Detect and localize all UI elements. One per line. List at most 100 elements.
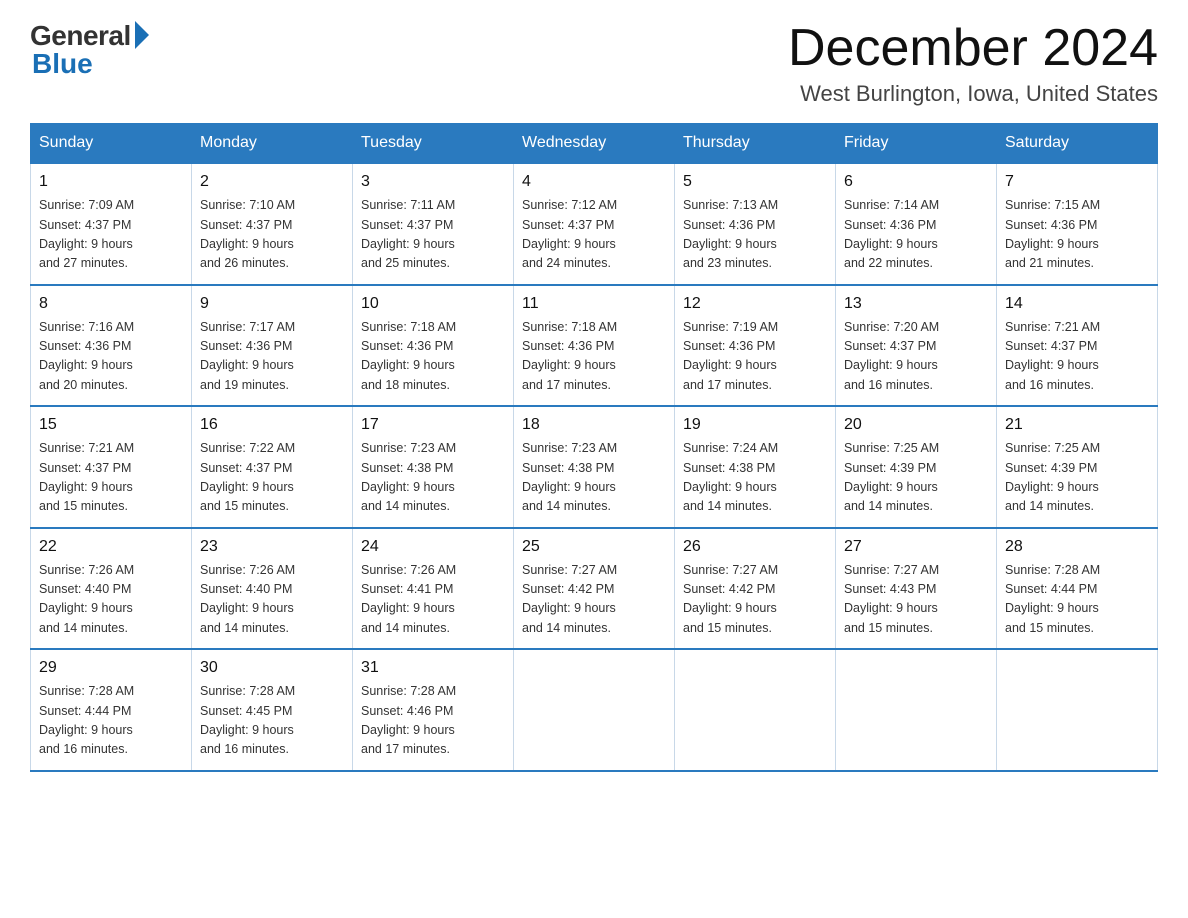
day-info: Sunrise: 7:26 AMSunset: 4:40 PMDaylight:… — [200, 561, 344, 639]
day-number: 23 — [200, 535, 344, 559]
calendar-cell: 9Sunrise: 7:17 AMSunset: 4:36 PMDaylight… — [192, 285, 353, 407]
week-row-4: 22Sunrise: 7:26 AMSunset: 4:40 PMDayligh… — [31, 528, 1158, 650]
day-number: 20 — [844, 413, 988, 437]
day-number: 2 — [200, 170, 344, 194]
day-number: 5 — [683, 170, 827, 194]
calendar-cell: 30Sunrise: 7:28 AMSunset: 4:45 PMDayligh… — [192, 649, 353, 771]
day-info: Sunrise: 7:27 AMSunset: 4:42 PMDaylight:… — [683, 561, 827, 639]
day-number: 31 — [361, 656, 505, 680]
calendar-cell: 17Sunrise: 7:23 AMSunset: 4:38 PMDayligh… — [353, 406, 514, 528]
calendar-cell: 21Sunrise: 7:25 AMSunset: 4:39 PMDayligh… — [997, 406, 1158, 528]
day-info: Sunrise: 7:18 AMSunset: 4:36 PMDaylight:… — [361, 318, 505, 396]
week-row-5: 29Sunrise: 7:28 AMSunset: 4:44 PMDayligh… — [31, 649, 1158, 771]
header-cell-wednesday: Wednesday — [514, 124, 675, 164]
logo-arrow-icon — [135, 21, 149, 49]
logo-blue-text: Blue — [32, 48, 93, 80]
day-number: 6 — [844, 170, 988, 194]
calendar-table: SundayMondayTuesdayWednesdayThursdayFrid… — [30, 123, 1158, 772]
calendar-cell: 14Sunrise: 7:21 AMSunset: 4:37 PMDayligh… — [997, 285, 1158, 407]
calendar-cell: 5Sunrise: 7:13 AMSunset: 4:36 PMDaylight… — [675, 163, 836, 285]
day-number: 17 — [361, 413, 505, 437]
calendar-cell: 16Sunrise: 7:22 AMSunset: 4:37 PMDayligh… — [192, 406, 353, 528]
day-number: 16 — [200, 413, 344, 437]
title-area: December 2024 West Burlington, Iowa, Uni… — [788, 20, 1158, 107]
calendar-cell: 18Sunrise: 7:23 AMSunset: 4:38 PMDayligh… — [514, 406, 675, 528]
day-number: 4 — [522, 170, 666, 194]
calendar-cell: 31Sunrise: 7:28 AMSunset: 4:46 PMDayligh… — [353, 649, 514, 771]
header-cell-friday: Friday — [836, 124, 997, 164]
day-info: Sunrise: 7:16 AMSunset: 4:36 PMDaylight:… — [39, 318, 183, 396]
day-number: 26 — [683, 535, 827, 559]
day-info: Sunrise: 7:28 AMSunset: 4:44 PMDaylight:… — [39, 682, 183, 760]
calendar-cell: 13Sunrise: 7:20 AMSunset: 4:37 PMDayligh… — [836, 285, 997, 407]
day-info: Sunrise: 7:26 AMSunset: 4:41 PMDaylight:… — [361, 561, 505, 639]
day-info: Sunrise: 7:21 AMSunset: 4:37 PMDaylight:… — [1005, 318, 1149, 396]
calendar-cell: 15Sunrise: 7:21 AMSunset: 4:37 PMDayligh… — [31, 406, 192, 528]
day-info: Sunrise: 7:27 AMSunset: 4:43 PMDaylight:… — [844, 561, 988, 639]
day-info: Sunrise: 7:15 AMSunset: 4:36 PMDaylight:… — [1005, 196, 1149, 274]
day-number: 8 — [39, 292, 183, 316]
header-cell-tuesday: Tuesday — [353, 124, 514, 164]
calendar-cell: 3Sunrise: 7:11 AMSunset: 4:37 PMDaylight… — [353, 163, 514, 285]
calendar-cell — [675, 649, 836, 771]
day-number: 21 — [1005, 413, 1149, 437]
header-cell-saturday: Saturday — [997, 124, 1158, 164]
calendar-cell: 11Sunrise: 7:18 AMSunset: 4:36 PMDayligh… — [514, 285, 675, 407]
calendar-cell — [836, 649, 997, 771]
header-cell-sunday: Sunday — [31, 124, 192, 164]
logo: General Blue — [30, 20, 149, 80]
calendar-cell: 26Sunrise: 7:27 AMSunset: 4:42 PMDayligh… — [675, 528, 836, 650]
day-number: 7 — [1005, 170, 1149, 194]
day-info: Sunrise: 7:28 AMSunset: 4:45 PMDaylight:… — [200, 682, 344, 760]
day-info: Sunrise: 7:26 AMSunset: 4:40 PMDaylight:… — [39, 561, 183, 639]
day-info: Sunrise: 7:18 AMSunset: 4:36 PMDaylight:… — [522, 318, 666, 396]
day-number: 3 — [361, 170, 505, 194]
day-info: Sunrise: 7:14 AMSunset: 4:36 PMDaylight:… — [844, 196, 988, 274]
calendar-cell: 22Sunrise: 7:26 AMSunset: 4:40 PMDayligh… — [31, 528, 192, 650]
day-number: 24 — [361, 535, 505, 559]
week-row-1: 1Sunrise: 7:09 AMSunset: 4:37 PMDaylight… — [31, 163, 1158, 285]
day-number: 25 — [522, 535, 666, 559]
day-info: Sunrise: 7:23 AMSunset: 4:38 PMDaylight:… — [361, 439, 505, 517]
day-number: 28 — [1005, 535, 1149, 559]
day-info: Sunrise: 7:21 AMSunset: 4:37 PMDaylight:… — [39, 439, 183, 517]
day-number: 1 — [39, 170, 183, 194]
day-info: Sunrise: 7:28 AMSunset: 4:44 PMDaylight:… — [1005, 561, 1149, 639]
day-info: Sunrise: 7:12 AMSunset: 4:37 PMDaylight:… — [522, 196, 666, 274]
calendar-cell: 23Sunrise: 7:26 AMSunset: 4:40 PMDayligh… — [192, 528, 353, 650]
calendar-cell: 24Sunrise: 7:26 AMSunset: 4:41 PMDayligh… — [353, 528, 514, 650]
day-info: Sunrise: 7:20 AMSunset: 4:37 PMDaylight:… — [844, 318, 988, 396]
day-number: 15 — [39, 413, 183, 437]
calendar-cell — [514, 649, 675, 771]
day-info: Sunrise: 7:23 AMSunset: 4:38 PMDaylight:… — [522, 439, 666, 517]
calendar-cell: 4Sunrise: 7:12 AMSunset: 4:37 PMDaylight… — [514, 163, 675, 285]
calendar-cell: 28Sunrise: 7:28 AMSunset: 4:44 PMDayligh… — [997, 528, 1158, 650]
day-info: Sunrise: 7:27 AMSunset: 4:42 PMDaylight:… — [522, 561, 666, 639]
day-info: Sunrise: 7:25 AMSunset: 4:39 PMDaylight:… — [1005, 439, 1149, 517]
day-number: 29 — [39, 656, 183, 680]
day-number: 22 — [39, 535, 183, 559]
header-cell-monday: Monday — [192, 124, 353, 164]
day-info: Sunrise: 7:09 AMSunset: 4:37 PMDaylight:… — [39, 196, 183, 274]
day-number: 10 — [361, 292, 505, 316]
calendar-cell: 25Sunrise: 7:27 AMSunset: 4:42 PMDayligh… — [514, 528, 675, 650]
day-number: 9 — [200, 292, 344, 316]
day-number: 14 — [1005, 292, 1149, 316]
day-number: 27 — [844, 535, 988, 559]
day-number: 12 — [683, 292, 827, 316]
header: General Blue December 2024 West Burlingt… — [30, 20, 1158, 107]
week-row-3: 15Sunrise: 7:21 AMSunset: 4:37 PMDayligh… — [31, 406, 1158, 528]
day-number: 18 — [522, 413, 666, 437]
day-info: Sunrise: 7:17 AMSunset: 4:36 PMDaylight:… — [200, 318, 344, 396]
week-row-2: 8Sunrise: 7:16 AMSunset: 4:36 PMDaylight… — [31, 285, 1158, 407]
calendar-cell: 7Sunrise: 7:15 AMSunset: 4:36 PMDaylight… — [997, 163, 1158, 285]
day-number: 30 — [200, 656, 344, 680]
day-info: Sunrise: 7:22 AMSunset: 4:37 PMDaylight:… — [200, 439, 344, 517]
calendar-cell: 29Sunrise: 7:28 AMSunset: 4:44 PMDayligh… — [31, 649, 192, 771]
day-info: Sunrise: 7:10 AMSunset: 4:37 PMDaylight:… — [200, 196, 344, 274]
day-info: Sunrise: 7:25 AMSunset: 4:39 PMDaylight:… — [844, 439, 988, 517]
day-number: 11 — [522, 292, 666, 316]
calendar-cell: 12Sunrise: 7:19 AMSunset: 4:36 PMDayligh… — [675, 285, 836, 407]
calendar-cell: 19Sunrise: 7:24 AMSunset: 4:38 PMDayligh… — [675, 406, 836, 528]
calendar-cell: 27Sunrise: 7:27 AMSunset: 4:43 PMDayligh… — [836, 528, 997, 650]
